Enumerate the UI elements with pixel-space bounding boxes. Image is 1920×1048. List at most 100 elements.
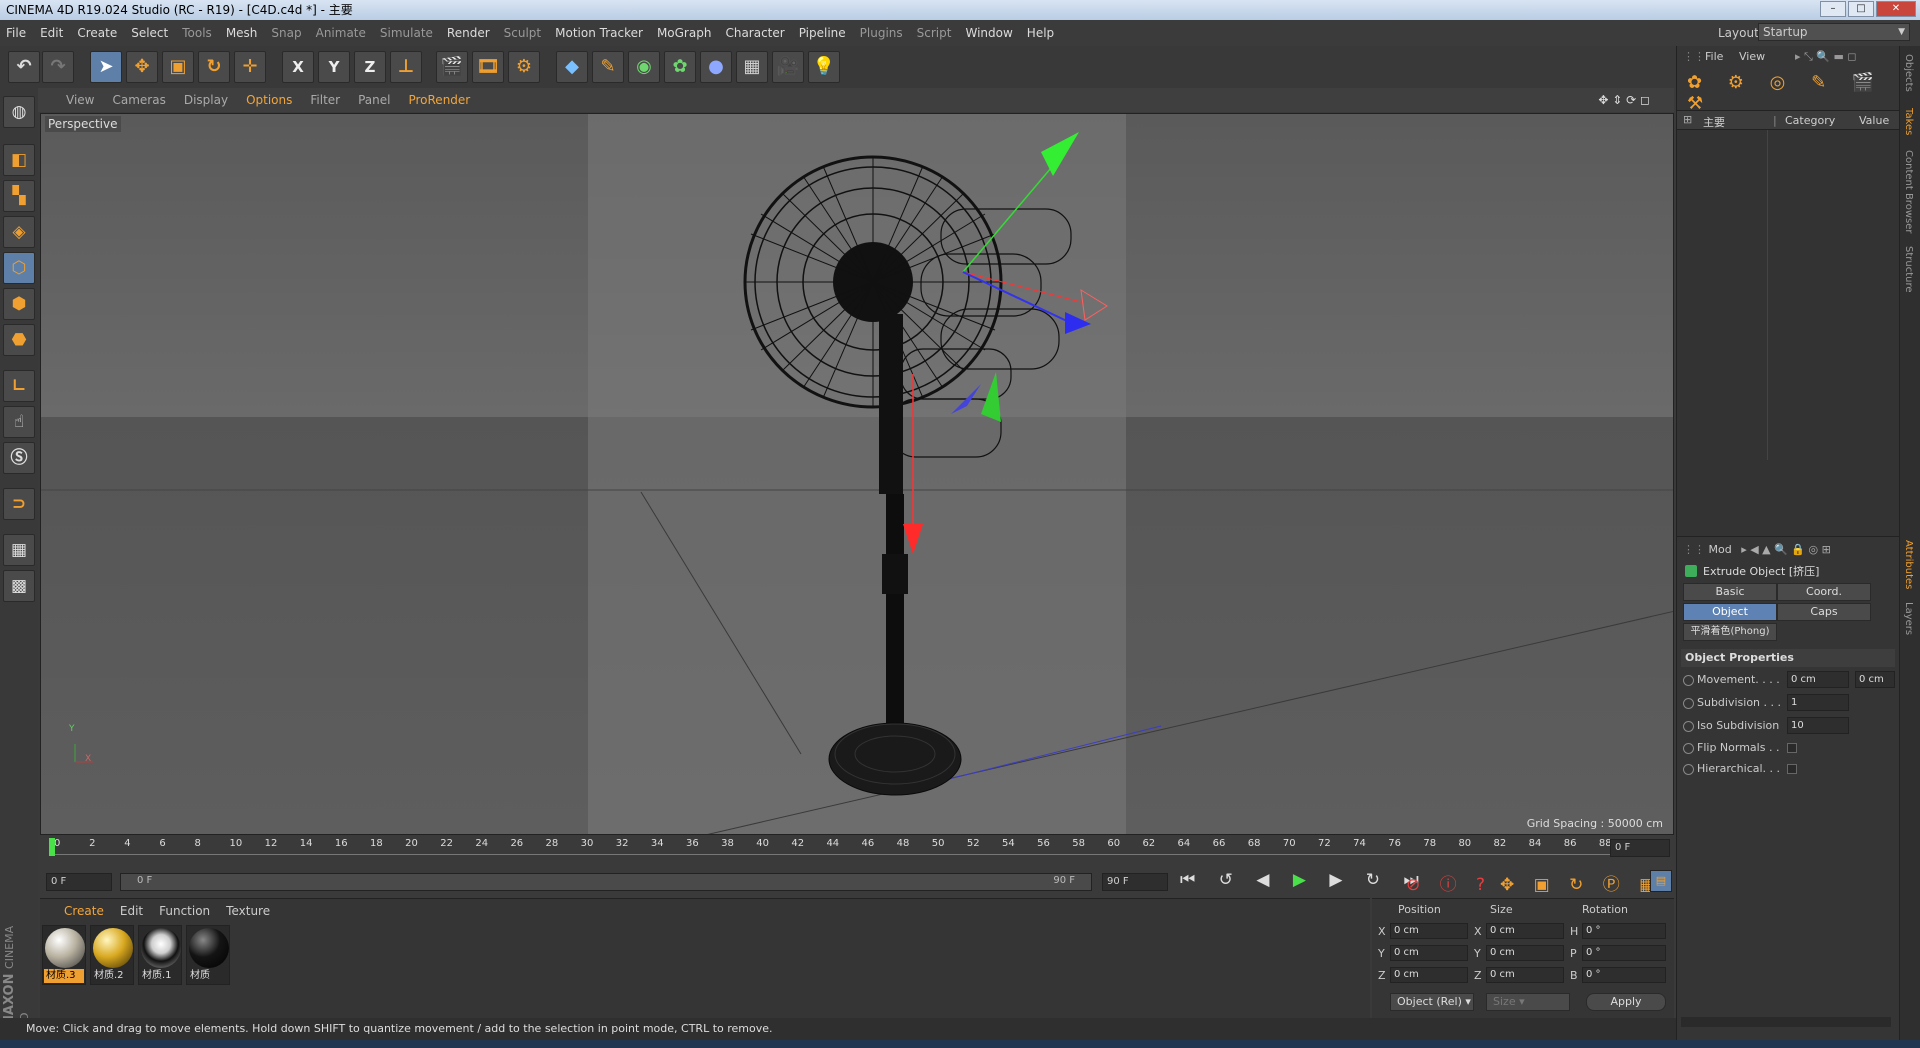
end-frame-field[interactable]: 90 F xyxy=(1102,873,1168,891)
light-icon[interactable]: 💡 xyxy=(808,51,840,83)
rotation-b-field[interactable]: 0 ° xyxy=(1582,967,1666,983)
material-menu-function[interactable]: Function xyxy=(159,904,210,918)
menu-script[interactable]: Script xyxy=(917,26,952,40)
viewport-menu-display[interactable]: Display xyxy=(184,93,228,107)
menu-window[interactable]: Window xyxy=(965,26,1012,40)
tab-structure[interactable]: Structure xyxy=(1903,246,1914,293)
live-select-icon[interactable]: ➤ xyxy=(90,51,122,83)
key-buttons[interactable]: ✥ ▣ ↻ Ⓟ ▦ xyxy=(1500,870,1662,895)
record-buttons[interactable]: ⊘ ⓘ ? xyxy=(1406,870,1492,895)
timeline-ruler[interactable]: 0 2 4 6 8 10 12 14 16 18 20 22 24 26 28 30 32 34 36 38 40 42 4… xyxy=(40,836,1674,860)
tab-attributes[interactable]: Attributes xyxy=(1903,540,1914,589)
material-menu-edit[interactable]: Edit xyxy=(120,904,143,918)
menu-help[interactable]: Help xyxy=(1027,26,1054,40)
size-x-field[interactable]: 0 cm xyxy=(1486,923,1564,939)
object-list[interactable] xyxy=(1677,130,1899,570)
render-view-icon[interactable]: 🎬 xyxy=(436,51,468,83)
perspective-viewport[interactable]: Perspective Y X Grid Spacing : 50000 cm xyxy=(40,113,1674,835)
edges-mode-icon[interactable]: ⬢ xyxy=(3,288,35,320)
menu-file[interactable]: File xyxy=(6,26,26,40)
material-menu-create[interactable]: Create xyxy=(64,904,104,918)
menu-pipeline[interactable]: Pipeline xyxy=(799,26,846,40)
viewport-menu-view[interactable]: View xyxy=(66,93,94,107)
planar-workplane-icon[interactable]: ▩ xyxy=(3,570,35,602)
minimize-button[interactable]: – xyxy=(1820,1,1846,17)
menu-create[interactable]: Create xyxy=(77,26,117,40)
viewport-menu-prorender[interactable]: ProRender xyxy=(408,93,470,107)
size-y-field[interactable]: 0 cm xyxy=(1486,945,1564,961)
range-slider[interactable]: 0 F 90 F xyxy=(120,873,1092,891)
viewport-nav-icons[interactable]: ✥ ⇕ ⟳ ◻ xyxy=(1598,93,1650,107)
flip-normals-checkbox[interactable] xyxy=(1787,743,1797,753)
menu-plugins[interactable]: Plugins xyxy=(860,26,903,40)
menu-edit[interactable]: Edit xyxy=(40,26,63,40)
subdivision-field[interactable]: 1 xyxy=(1787,694,1849,711)
subdivision-surface-icon[interactable]: ◉ xyxy=(628,51,660,83)
menu-mograph[interactable]: MoGraph xyxy=(657,26,712,40)
tab-takes[interactable]: Takes xyxy=(1903,108,1914,135)
snapping-icon[interactable]: Ⓢ xyxy=(3,442,35,474)
z-axis-lock-button[interactable]: Z xyxy=(354,51,386,83)
tab-coord[interactable]: Coord. xyxy=(1777,583,1871,601)
viewport-menu-options[interactable]: Options xyxy=(246,93,292,107)
hierarchical-checkbox[interactable] xyxy=(1787,764,1797,774)
coord-mode-dropdown[interactable]: Object (Rel) ▾ xyxy=(1390,993,1474,1011)
tab-basic[interactable]: Basic xyxy=(1683,583,1777,601)
menu-select[interactable]: Select xyxy=(131,26,168,40)
render-settings-icon[interactable]: ⚙ xyxy=(508,51,540,83)
deformer-icon[interactable]: ● xyxy=(700,51,732,83)
camera-icon[interactable]: 🎥 xyxy=(772,51,804,83)
magnet-icon[interactable]: ⊃ xyxy=(3,488,35,520)
tab-object[interactable]: Object xyxy=(1683,603,1777,621)
rotation-h-field[interactable]: 0 ° xyxy=(1582,923,1666,939)
render-picture-viewer-icon[interactable]: 🎞 xyxy=(472,51,504,83)
objects-menu-file[interactable]: File xyxy=(1705,46,1723,68)
recent-tool-icon[interactable]: ✛ xyxy=(234,51,266,83)
timeline-icon[interactable]: ▤ xyxy=(1650,870,1672,892)
material-swatch[interactable]: 材质.2 xyxy=(90,925,134,985)
viewport-menu-cameras[interactable]: Cameras xyxy=(112,93,165,107)
menu-tools[interactable]: Tools xyxy=(182,26,212,40)
size-mode-dropdown[interactable]: Size ▾ xyxy=(1486,993,1570,1011)
tweak-mode-icon[interactable]: ☝ xyxy=(3,406,35,438)
size-z-field[interactable]: 0 cm xyxy=(1486,967,1564,983)
material-swatch[interactable]: 材质.3 xyxy=(42,925,86,985)
material-swatch[interactable]: 材质.1 xyxy=(138,925,182,985)
object-tag-icons[interactable]: ✿ ⚙ ◎ ✎ 🎬 ⚒ xyxy=(1687,72,1907,114)
pen-spline-icon[interactable]: ✎ xyxy=(592,51,624,83)
position-y-field[interactable]: 0 cm xyxy=(1390,945,1468,961)
y-axis-lock-button[interactable]: Y xyxy=(318,51,350,83)
model-mode-icon[interactable]: ◧ xyxy=(3,144,35,176)
polygons-mode-icon[interactable]: ⬣ xyxy=(3,324,35,356)
undo-icon[interactable]: ↶ xyxy=(8,51,40,83)
play-icon[interactable]: ▶ xyxy=(1293,870,1315,890)
menu-motion-tracker[interactable]: Motion Tracker xyxy=(555,26,643,40)
axis-mode-icon[interactable]: ∟ xyxy=(3,370,35,402)
tab-content-browser[interactable]: Content Browser xyxy=(1903,150,1914,233)
cloner-icon[interactable]: ✿ xyxy=(664,51,696,83)
points-mode-icon[interactable]: ⬡ xyxy=(3,252,35,284)
coordinate-system-icon[interactable]: ⊥ xyxy=(390,51,422,83)
position-z-field[interactable]: 0 cm xyxy=(1390,967,1468,983)
x-axis-lock-button[interactable]: X xyxy=(282,51,314,83)
redo-icon[interactable]: ↷ xyxy=(42,51,74,83)
viewport-menu-panel[interactable]: Panel xyxy=(358,93,390,107)
objects-menu-view[interactable]: View xyxy=(1739,46,1765,68)
maximize-button[interactable]: □ xyxy=(1848,1,1874,17)
attribute-scrollbar[interactable] xyxy=(1681,1017,1891,1027)
workplane-mode-icon[interactable]: ◈ xyxy=(3,216,35,248)
menu-snap[interactable]: Snap xyxy=(271,26,301,40)
objects-toolbar-icons[interactable]: ▸ ⤡ 🔍 ▬ ◻ xyxy=(1795,46,1857,68)
menu-render[interactable]: Render xyxy=(447,26,490,40)
layout-dropdown[interactable]: Startup ▼ xyxy=(1758,23,1910,41)
viewport-menu-filter[interactable]: Filter xyxy=(310,93,340,107)
position-x-field[interactable]: 0 cm xyxy=(1390,923,1468,939)
playhead[interactable] xyxy=(49,838,55,856)
rotate-tool-icon[interactable]: ↻ xyxy=(198,51,230,83)
material-swatch[interactable]: 材质 xyxy=(186,925,230,985)
rotation-p-field[interactable]: 0 ° xyxy=(1582,945,1666,961)
make-editable-icon[interactable]: ◍ xyxy=(3,96,35,128)
transport-buttons[interactable]: ⏮ ↺ ◀ ▶ ▶ ↻ ⏭ xyxy=(1180,870,1428,890)
menu-animate[interactable]: Animate xyxy=(316,26,366,40)
apply-button[interactable]: Apply xyxy=(1586,993,1666,1011)
